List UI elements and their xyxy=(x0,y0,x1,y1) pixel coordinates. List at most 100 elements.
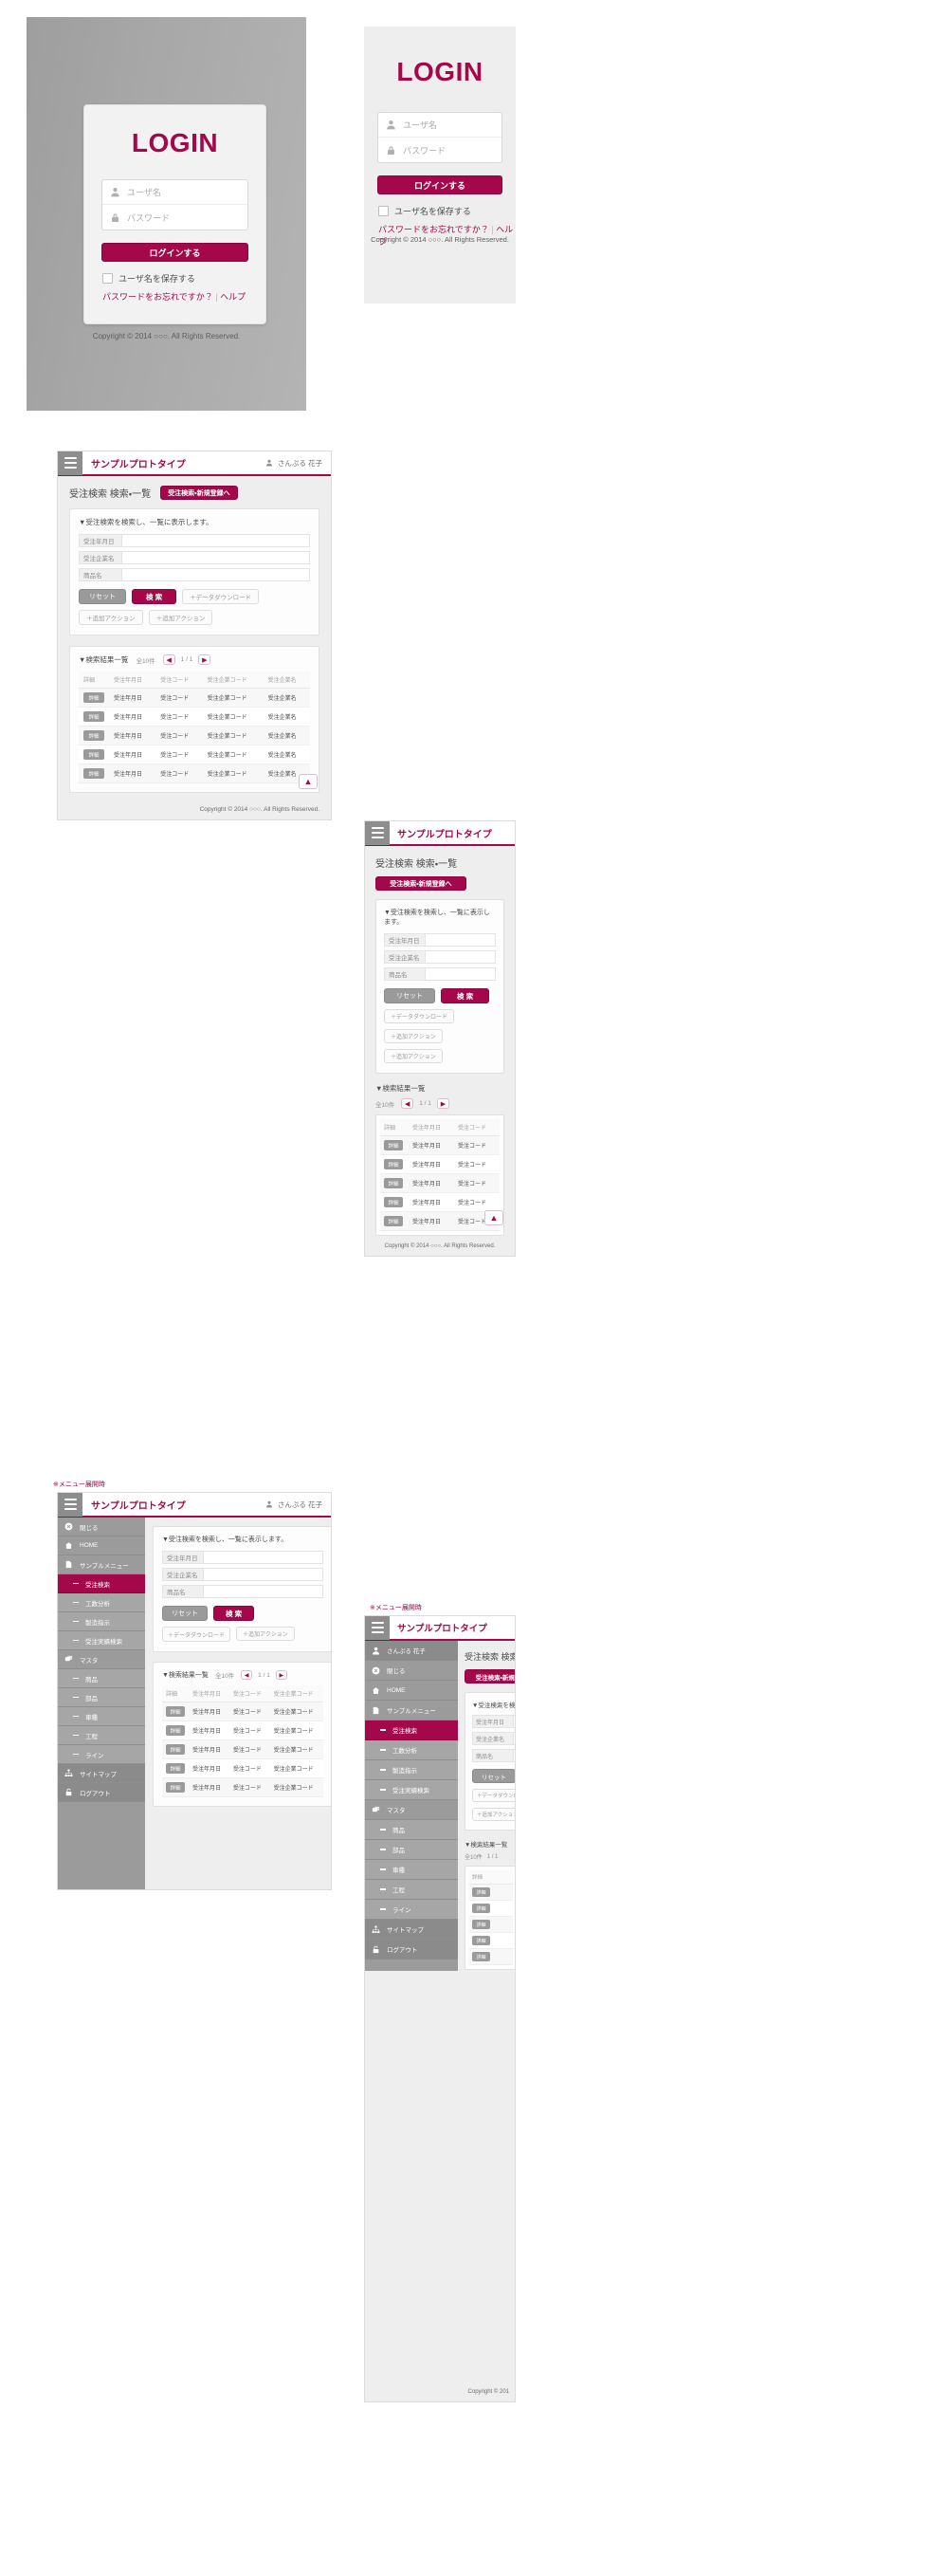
column-header[interactable]: 受注コード xyxy=(155,672,203,689)
table-row[interactable]: 詳細 xyxy=(469,1948,513,1965)
sidebar-item-production-order[interactable]: 製造指示 xyxy=(365,1760,458,1780)
sidebar-item-order-record-search[interactable]: 受注実績検索 xyxy=(58,1631,145,1650)
order-date-input[interactable] xyxy=(514,1715,515,1728)
menu-item-master[interactable]: マスタ xyxy=(365,1800,458,1820)
menu-item-user[interactable]: さんぷる 花子 xyxy=(365,1641,458,1661)
column-header[interactable]: 受注コード xyxy=(228,1685,270,1702)
product-name-input[interactable] xyxy=(204,1585,323,1598)
new-order-button[interactable]: 受注検索・新規登録へ xyxy=(375,876,466,891)
sidebar-item-manhour-analysis[interactable]: 工数分析 xyxy=(365,1740,458,1760)
table-row[interactable]: 詳細 受注年月日 受注コード 受注企業コード 受注企業名 xyxy=(79,745,310,764)
table-row[interactable]: 詳細 受注年月日 受注コード 受注企業コード 受注企業名 xyxy=(79,688,310,708)
column-header[interactable]: 受注企業名 xyxy=(263,672,310,689)
sidebar-item-product[interactable]: 商品 xyxy=(58,1669,145,1688)
detail-button[interactable]: 詳細 xyxy=(472,1936,490,1945)
sidebar-item-car-model[interactable]: 車種 xyxy=(365,1860,458,1880)
menu-item-sitemap[interactable]: サイトマップ xyxy=(58,1764,145,1783)
menu-toggle-button[interactable] xyxy=(58,451,82,475)
detail-button[interactable]: 詳細 xyxy=(83,768,104,779)
order-date-input[interactable] xyxy=(204,1551,323,1564)
detail-button[interactable]: 詳細 xyxy=(384,1178,403,1188)
sidebar-item-production-order[interactable]: 製造指示 xyxy=(58,1612,145,1631)
extra-action-button-2[interactable]: ＋追加アクション xyxy=(148,610,213,625)
menu-item-home[interactable]: HOME xyxy=(58,1536,145,1555)
forgot-password-link[interactable]: パスワードをお忘れですか？ xyxy=(102,292,213,302)
company-name-input[interactable] xyxy=(426,950,496,964)
detail-button[interactable]: 詳細 xyxy=(166,1763,185,1774)
sidebar-item-manhour-analysis[interactable]: 工数分析 xyxy=(58,1593,145,1612)
detail-button[interactable]: 詳細 xyxy=(83,711,104,722)
extra-action-button[interactable]: ＋追加アクション xyxy=(384,1029,443,1043)
menu-toggle-button[interactable] xyxy=(365,1616,390,1640)
detail-button[interactable]: 詳細 xyxy=(472,1952,490,1961)
detail-button[interactable]: 詳細 xyxy=(166,1744,185,1755)
sidebar-item-car-model[interactable]: 車種 xyxy=(58,1707,145,1726)
forgot-password-link[interactable]: パスワードをお忘れですか？ xyxy=(378,225,489,234)
menu-item-close[interactable]: 閉じる xyxy=(58,1518,145,1536)
menu-item-sample-menu[interactable]: サンプルメニュー xyxy=(58,1555,145,1574)
table-row[interactable]: 詳細 xyxy=(469,1884,513,1901)
menu-item-master[interactable]: マスタ xyxy=(58,1650,145,1669)
column-header[interactable]: 受注年月日 xyxy=(409,1119,454,1136)
order-date-input[interactable] xyxy=(122,534,310,547)
detail-button[interactable]: 詳細 xyxy=(166,1706,185,1717)
remember-checkbox[interactable] xyxy=(378,206,389,216)
table-row[interactable]: 詳細 受注年月日 受注コード xyxy=(380,1173,500,1193)
extra-action-button-2[interactable]: ＋追加アクション xyxy=(384,1049,443,1063)
search-button[interactable]: 検 索 xyxy=(213,1606,255,1621)
next-page-button[interactable]: ▶ xyxy=(198,654,211,665)
detail-button[interactable]: 詳細 xyxy=(472,1904,490,1913)
detail-button[interactable]: 詳細 xyxy=(384,1197,403,1207)
reset-button[interactable]: リセット xyxy=(162,1606,208,1621)
reset-button[interactable]: リセット xyxy=(79,589,126,604)
menu-item-sitemap[interactable]: サイトマップ xyxy=(365,1920,458,1940)
menu-item-sample-menu[interactable]: サンプルメニュー xyxy=(365,1701,458,1720)
menu-toggle-button[interactable] xyxy=(365,821,390,845)
column-header[interactable]: 詳細 xyxy=(380,1119,409,1136)
table-row[interactable]: 詳細 受注年月日 受注コード 受注企業コード xyxy=(162,1739,323,1759)
remember-checkbox[interactable] xyxy=(102,273,113,284)
detail-button[interactable]: 詳細 xyxy=(83,692,104,703)
sidebar-item-part[interactable]: 部品 xyxy=(58,1688,145,1707)
scroll-to-top-button[interactable]: ▲ xyxy=(484,1210,503,1225)
next-page-button[interactable]: ▶ xyxy=(275,1670,287,1680)
company-name-input[interactable] xyxy=(514,1732,515,1745)
table-row[interactable]: 詳細 受注年月日 受注コード 受注企業コード xyxy=(162,1702,323,1721)
user-menu[interactable]: さんぷる 花子 xyxy=(265,1500,322,1510)
table-row[interactable]: 詳細 xyxy=(469,1932,513,1949)
login-submit-button[interactable]: ログインする xyxy=(101,243,248,262)
prev-page-button[interactable]: ◀ xyxy=(241,1670,253,1680)
prev-page-button[interactable]: ◀ xyxy=(401,1098,414,1109)
column-header[interactable]: 受注年月日 xyxy=(109,672,156,689)
table-row[interactable]: 詳細 受注年月日 受注コード 受注企業コード 受注企業名 xyxy=(79,726,310,745)
sidebar-item-process[interactable]: 工程 xyxy=(58,1726,145,1745)
data-download-button[interactable]: ＋データダウンロード xyxy=(472,1789,515,1802)
detail-button[interactable]: 詳細 xyxy=(472,1920,490,1929)
column-header[interactable]: 詳細 xyxy=(162,1685,189,1702)
table-row[interactable]: 詳細 受注年月日 受注コード xyxy=(380,1211,500,1231)
password-field[interactable]: パスワード xyxy=(102,205,247,230)
extra-action-button[interactable]: ＋追加アクション xyxy=(79,610,143,625)
table-row[interactable]: 詳細 受注年月日 受注コード 受注企業コード xyxy=(162,1777,323,1797)
menu-toggle-button[interactable] xyxy=(58,1493,82,1517)
menu-item-logout[interactable]: ログアウト xyxy=(365,1940,458,1960)
column-header[interactable]: 受注年月日 xyxy=(189,1685,229,1702)
remember-username-row[interactable]: ユーザ名を保存する xyxy=(102,272,265,285)
username-field[interactable]: ユーザ名 xyxy=(102,180,247,205)
sidebar-item-order-search[interactable]: 受注検索 xyxy=(365,1720,458,1740)
mobile-remember-row[interactable]: ユーザ名を保存する xyxy=(378,205,516,217)
table-row[interactable]: 詳細 受注年月日 受注コード xyxy=(380,1135,500,1155)
table-row[interactable]: 詳細 xyxy=(469,1916,513,1933)
detail-button[interactable]: 詳細 xyxy=(472,1887,490,1897)
column-header[interactable]: 受注企業コード xyxy=(269,1685,323,1702)
sidebar-item-order-search[interactable]: 受注検索 xyxy=(58,1574,145,1593)
user-menu[interactable]: さんぷる 花子 xyxy=(265,458,322,469)
sidebar-item-line[interactable]: ライン xyxy=(365,1900,458,1920)
table-row[interactable]: 詳細 xyxy=(469,1900,513,1917)
prev-page-button[interactable]: ◀ xyxy=(162,654,175,665)
reset-button[interactable]: リセット xyxy=(472,1769,515,1783)
order-date-input[interactable] xyxy=(426,933,496,947)
scroll-to-top-button[interactable]: ▲ xyxy=(299,774,318,789)
new-order-button[interactable]: 受注検索・新規登録へ xyxy=(160,486,238,500)
sidebar-item-line[interactable]: ライン xyxy=(58,1745,145,1764)
